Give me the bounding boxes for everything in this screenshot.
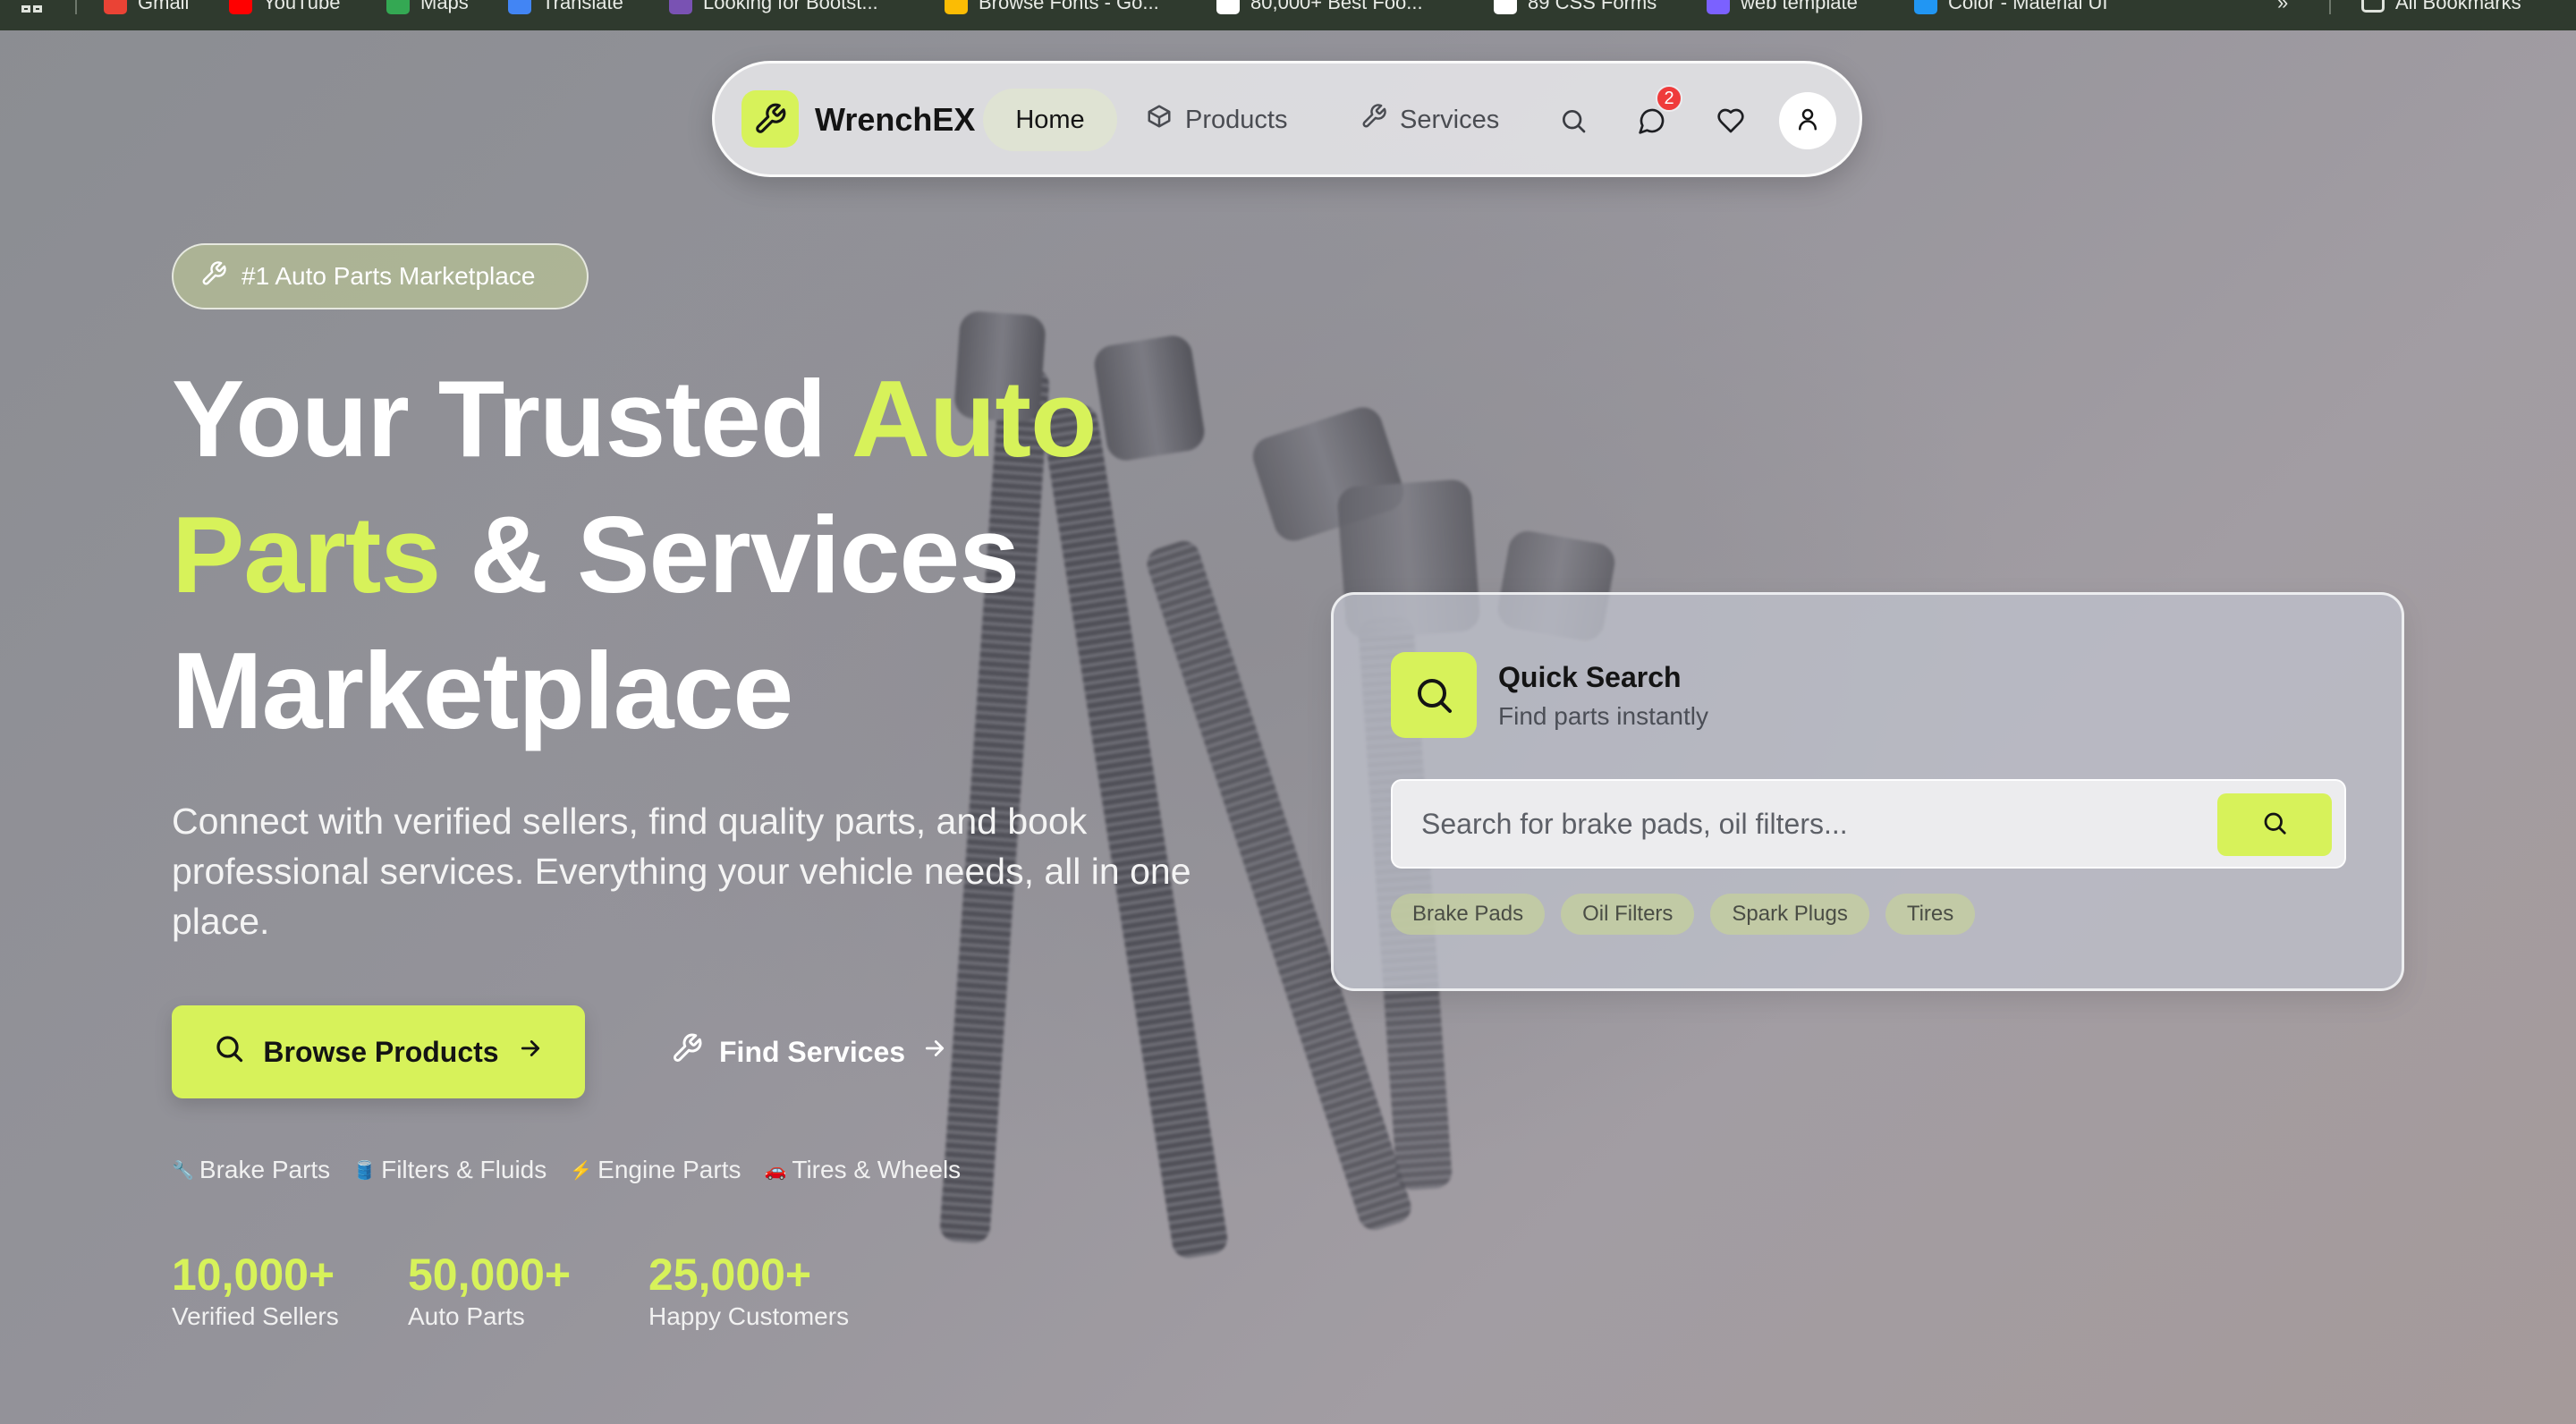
template-icon (1707, 0, 1730, 14)
wrench-icon (200, 260, 227, 293)
wrench-logo-icon[interactable] (741, 90, 799, 148)
arrow-right-icon (517, 1035, 544, 1069)
translate-icon (508, 0, 531, 14)
car-emoji-icon: 🚗 (764, 1160, 787, 1181)
bookmark-gmail[interactable]: Gmail (104, 0, 189, 14)
category-links: 🔧 Brake Parts 🛢️ Filters & Fluids ⚡ Engine … (172, 1156, 961, 1184)
tag-brake-pads[interactable]: Brake Pads (1391, 894, 1546, 935)
hero-tag-pill: #1 Auto Parts Marketplace (172, 243, 589, 309)
category-brake-parts[interactable]: 🔧 Brake Parts (172, 1156, 330, 1184)
lightning-emoji-icon: ⚡ (570, 1160, 593, 1181)
brand-name[interactable]: WrenchEX (815, 101, 975, 139)
wrench-emoji-icon: 🔧 (172, 1160, 194, 1181)
quick-search-title: Quick Search (1498, 661, 1682, 693)
bookmark-youtube[interactable]: YouTube (229, 0, 340, 14)
quick-search-card: Quick Search Find parts instantly Brake … (1331, 592, 2404, 991)
user-avatar[interactable] (1779, 92, 1836, 149)
bookmark-css-forms[interactable]: 89 CSS Forms (1494, 0, 1657, 14)
quick-search-input[interactable] (1391, 779, 2346, 869)
quick-search-tags: Brake Pads Oil Filters Spark Plugs Tires (1391, 894, 1976, 935)
bookmarks-divider (2329, 0, 2331, 14)
search-icon (1391, 652, 1477, 738)
bookmarks-bar: Gmail YouTube Maps Translate Looking for… (0, 0, 2576, 30)
mui-icon (1914, 0, 1937, 14)
quick-search-button[interactable] (2217, 793, 2332, 856)
apps-grid-icon[interactable] (21, 0, 48, 13)
user-icon (1794, 106, 1821, 137)
nav-home[interactable]: Home (983, 89, 1117, 151)
main-navbar: WrenchEX Home Products Services 2 (712, 61, 1862, 177)
category-filters-fluids[interactable]: 🛢️ Filters & Fluids (353, 1156, 547, 1184)
bookmarks-overflow-icon[interactable]: » (2277, 0, 2288, 14)
nav-services[interactable]: Services (1360, 89, 1499, 151)
search-icon (213, 1032, 245, 1072)
search-icon (2261, 809, 2288, 841)
bookmark-foo[interactable]: 80,000+ Best Foo... (1216, 0, 1423, 14)
all-bookmarks[interactable]: All Bookmarks (2361, 0, 2521, 14)
stat-parts: 50,000+ Auto Parts (408, 1250, 572, 1330)
bookmarks-divider (75, 0, 77, 14)
oil-drum-emoji-icon: 🛢️ (353, 1160, 377, 1181)
bookmark-bootstrap[interactable]: Looking for Bootst... (669, 0, 878, 14)
category-tires-wheels[interactable]: 🚗 Tires & Wheels (764, 1156, 961, 1184)
tag-tires[interactable]: Tires (1885, 894, 1976, 935)
google-fonts-icon (945, 0, 968, 14)
bookmark-google-fonts[interactable]: Browse Fonts - Go... (945, 0, 1159, 14)
bookmark-translate[interactable]: Translate (508, 0, 623, 14)
nav-products[interactable]: Products (1146, 89, 1287, 151)
wrench-icon (1360, 103, 1387, 137)
notification-badge: 2 (1656, 85, 1682, 112)
hero-headline: Your Trusted Auto Parts & Services Marke… (172, 358, 1097, 751)
stat-sellers: 10,000+ Verified Sellers (172, 1250, 339, 1330)
stat-customers: 25,000+ Happy Customers (648, 1250, 850, 1330)
bookmark-material-ui[interactable]: Color - Material UI (1914, 0, 2107, 14)
find-services-button[interactable]: Find Services (671, 1005, 948, 1098)
bookmark-web-template[interactable]: web template (1707, 0, 1858, 14)
gmail-icon (104, 0, 127, 14)
plus-icon (1216, 0, 1240, 14)
tag-spark-plugs[interactable]: Spark Plugs (1710, 894, 1869, 935)
category-engine-parts[interactable]: ⚡ Engine Parts (570, 1156, 741, 1184)
youtube-icon (229, 0, 252, 14)
tag-oil-filters[interactable]: Oil Filters (1561, 894, 1695, 935)
browse-products-button[interactable]: Browse Products (172, 1005, 585, 1098)
folder-icon (2361, 0, 2385, 13)
maps-icon (386, 0, 410, 14)
search-icon[interactable] (1554, 101, 1593, 140)
hero-subtitle: Connect with verified sellers, find qual… (172, 801, 1191, 942)
heart-icon[interactable] (1711, 101, 1750, 140)
box-icon (1146, 103, 1173, 137)
bookmark-maps[interactable]: Maps (386, 0, 469, 14)
bootstrap-icon (669, 0, 692, 14)
quick-search-subtitle: Find parts instantly (1498, 702, 1708, 730)
arrow-right-icon (921, 1035, 948, 1069)
freefrontend-icon (1494, 0, 1517, 14)
wrench-icon (671, 1032, 703, 1072)
